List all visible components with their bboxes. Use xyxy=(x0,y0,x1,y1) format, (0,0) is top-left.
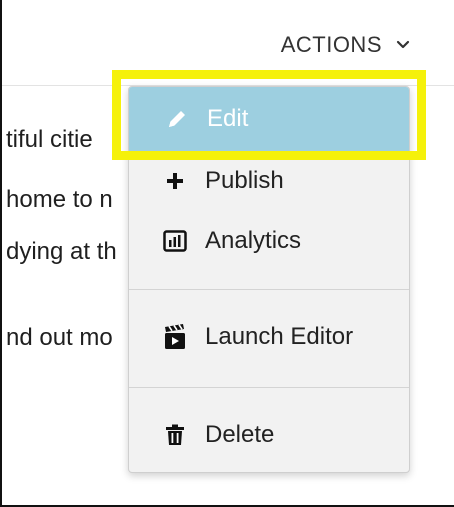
plus-icon xyxy=(159,165,191,197)
chevron-down-icon xyxy=(396,40,410,49)
body-text-line: nd out mo xyxy=(6,324,113,351)
menu-item-launch-editor[interactable]: Launch Editor xyxy=(129,307,409,367)
body-text-line: tiful citie xyxy=(6,126,93,153)
body-text-line: dying at th xyxy=(6,238,117,265)
menu-item-label: Publish xyxy=(205,167,284,194)
actions-dropdown-menu: Edit Publish Analytics Launch Editor Del… xyxy=(128,86,410,473)
actions-dropdown-toggle[interactable]: ACTIONS xyxy=(281,32,410,58)
menu-item-label: Launch Editor xyxy=(205,323,354,350)
menu-item-edit[interactable]: Edit xyxy=(129,87,409,151)
menu-item-analytics[interactable]: Analytics xyxy=(129,211,409,271)
menu-item-label: Analytics xyxy=(205,227,302,254)
menu-divider xyxy=(129,387,409,388)
body-text-line: home to n xyxy=(6,186,113,213)
pencil-icon xyxy=(161,103,193,135)
menu-divider xyxy=(129,289,409,290)
actions-label: ACTIONS xyxy=(280,32,382,57)
trash-icon xyxy=(159,419,191,451)
menu-item-delete[interactable]: Delete xyxy=(129,405,409,465)
menu-item-label: Delete xyxy=(205,421,275,448)
bar-chart-icon xyxy=(159,225,191,257)
header-bar: ACTIONS xyxy=(2,0,454,86)
clapperboard-icon xyxy=(159,321,191,353)
menu-item-label: Edit xyxy=(207,105,249,132)
menu-item-publish[interactable]: Publish xyxy=(129,151,409,211)
